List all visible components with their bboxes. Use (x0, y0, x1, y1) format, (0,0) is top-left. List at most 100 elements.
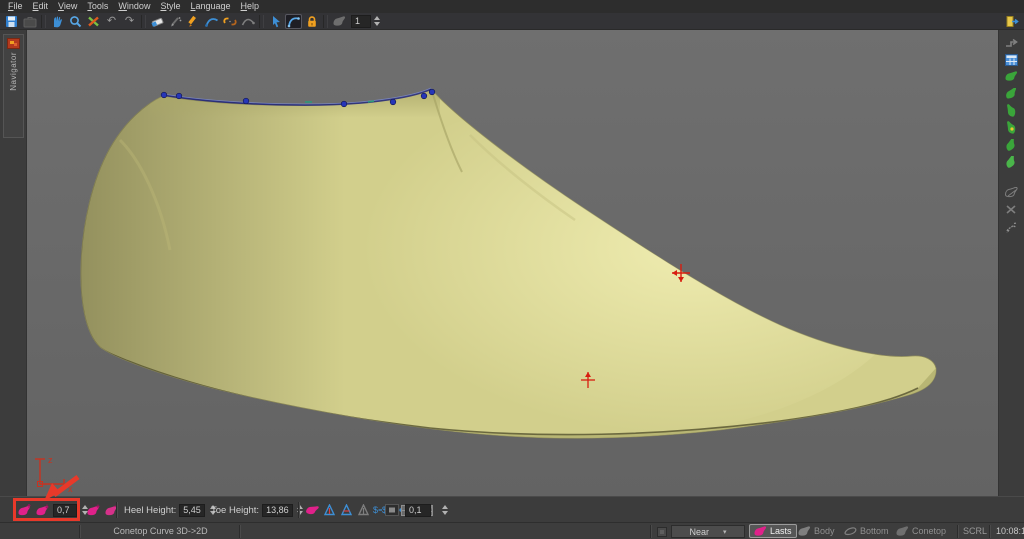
draw-pencil-icon[interactable] (185, 14, 202, 29)
bottom-button-label: Bottom (860, 526, 889, 536)
body-toggle-button[interactable]: Body (794, 524, 839, 538)
viewport-3d[interactable]: z x (27, 30, 998, 496)
main-toolbar: ↶ ↷ (0, 13, 1024, 30)
menu-language[interactable]: Language (185, 0, 235, 13)
zoom-icon[interactable] (67, 14, 84, 29)
unlink-icon[interactable] (221, 14, 238, 29)
axis-z-label: z (48, 455, 53, 465)
conetop-toggle-button[interactable]: Conetop (892, 524, 950, 538)
heel-height-value[interactable]: 5,45 (179, 504, 205, 517)
status-message: Conetop Curve 3D->2D (88, 523, 233, 539)
status-separator (650, 525, 652, 538)
toe-height-label: Toe Height: (211, 505, 259, 516)
open-file-icon[interactable] (21, 14, 38, 29)
last-3d-model: z x (27, 30, 998, 496)
undo-icon[interactable]: ↶ (103, 14, 120, 29)
status-separator (989, 525, 991, 538)
navigator-tab[interactable]: Navigator (3, 34, 24, 138)
lock-icon[interactable] (303, 14, 320, 29)
near-dropdown[interactable]: Near ▾ (671, 525, 745, 538)
eraser-icon[interactable] (149, 14, 166, 29)
status-bar: Conetop Curve 3D->2D Near ▾ Lasts Body B… (0, 522, 1024, 539)
tolerance-value[interactable]: 0,1 (405, 504, 431, 517)
chevron-down-icon: ▾ (723, 528, 727, 536)
menu-help[interactable]: Help (236, 0, 265, 13)
toe-height-spinner[interactable] (296, 503, 305, 517)
delete-last-icon[interactable] (1004, 203, 1019, 216)
toolbar-separator (41, 15, 46, 28)
last-front-view-icon[interactable] (1004, 104, 1019, 117)
menu-bar: File Edit View Tools Window Style Langua… (0, 0, 1024, 13)
redo-icon[interactable]: ↷ (121, 14, 138, 29)
delete-cross-icon[interactable] (85, 14, 102, 29)
bottom-separator (116, 502, 118, 518)
menu-edit[interactable]: Edit (28, 0, 54, 13)
navigator-icon (7, 38, 20, 49)
last-ghost-icon[interactable] (331, 14, 348, 29)
last-side-view-alt-icon[interactable] (1004, 87, 1019, 100)
menu-window[interactable]: Window (113, 0, 155, 13)
last-down-pink-icon[interactable] (35, 503, 50, 518)
last-up-pink-icon[interactable] (17, 503, 32, 518)
girth-lock-gray-icon[interactable] (356, 503, 371, 518)
conetop-offset-group: 0,7 (17, 497, 89, 523)
clean-brush-icon[interactable] (167, 14, 184, 29)
compare-lasts-icon[interactable] (1004, 186, 1019, 199)
edit-curve-tool-icon[interactable] (285, 14, 302, 29)
export-arrow-icon[interactable] (1004, 36, 1019, 49)
bottom-toggle-button[interactable]: Bottom (840, 524, 893, 538)
menu-style[interactable]: Style (155, 0, 185, 13)
status-separator (239, 525, 241, 538)
left-panel-strip: Navigator (0, 30, 27, 496)
near-dropdown-value: Near (689, 527, 709, 537)
sole-gray-icon (844, 526, 857, 536)
copies-value[interactable]: 1 (351, 15, 371, 28)
status-separator (957, 525, 959, 538)
body-button-label: Body (814, 526, 835, 536)
grid-view-icon[interactable] (1004, 53, 1019, 66)
last-top-view-alt-icon[interactable] (1004, 155, 1019, 168)
last-top-view-icon[interactable] (1004, 138, 1019, 151)
heel-height-group: Heel Height: 5,45 (124, 497, 217, 523)
tolerance-spinner[interactable] (440, 503, 449, 517)
preview-box-icon[interactable] (384, 503, 399, 518)
menu-file[interactable]: File (3, 0, 28, 13)
last-add-group (86, 497, 119, 523)
status-separator (79, 525, 81, 538)
measure-run-icon[interactable] (1004, 220, 1019, 233)
pan-hand-icon[interactable] (49, 14, 66, 29)
last-side-view-icon[interactable] (1004, 70, 1019, 83)
girth-down-icon[interactable] (339, 503, 354, 518)
conetop-button-label: Conetop (912, 526, 946, 536)
toolbar-separator (141, 15, 146, 28)
save-icon[interactable] (3, 14, 20, 29)
toolbar-separator (259, 15, 264, 28)
last-front-marked-icon[interactable] (1004, 121, 1019, 134)
panel-toggle-icon[interactable] (1003, 14, 1020, 29)
right-toolbar (998, 30, 1024, 496)
measure-curve-gray-icon[interactable] (239, 14, 256, 29)
scroll-lock-indicator: SCRL (963, 523, 987, 539)
menu-view[interactable]: View (53, 0, 82, 13)
toe-height-value[interactable]: 13,86 (262, 504, 293, 517)
menu-tools[interactable]: Tools (82, 0, 113, 13)
bottom-toolbar: 0,7 Heel Height: 5,45 Toe Height: 13,86 (0, 496, 1024, 522)
bottom-separator (298, 502, 300, 518)
copies-stepper[interactable]: 1 (351, 14, 381, 28)
last-add-pink-icon[interactable] (86, 503, 101, 518)
toe-height-group: Toe Height: 13,86 (211, 497, 305, 523)
select-arrow-icon[interactable] (267, 14, 284, 29)
status-checkbox[interactable] (657, 527, 667, 537)
conetop-offset-value[interactable]: 0,7 (53, 504, 77, 517)
girth-up-icon[interactable] (322, 503, 337, 518)
navigator-tab-label: Navigator (9, 52, 18, 91)
curve-tool-icon[interactable] (203, 14, 220, 29)
clock: 10:08:10 (996, 523, 1024, 539)
copies-spinner[interactable] (372, 14, 381, 28)
workspace: Navigator (0, 30, 1024, 496)
last-gray-icon (798, 526, 811, 536)
lasts-toggle-button[interactable]: Lasts (749, 524, 797, 538)
axis-x-label: x (68, 484, 73, 494)
last-flatten-pink-icon[interactable] (305, 503, 320, 518)
tolerance-group: 0,1 (384, 497, 449, 523)
